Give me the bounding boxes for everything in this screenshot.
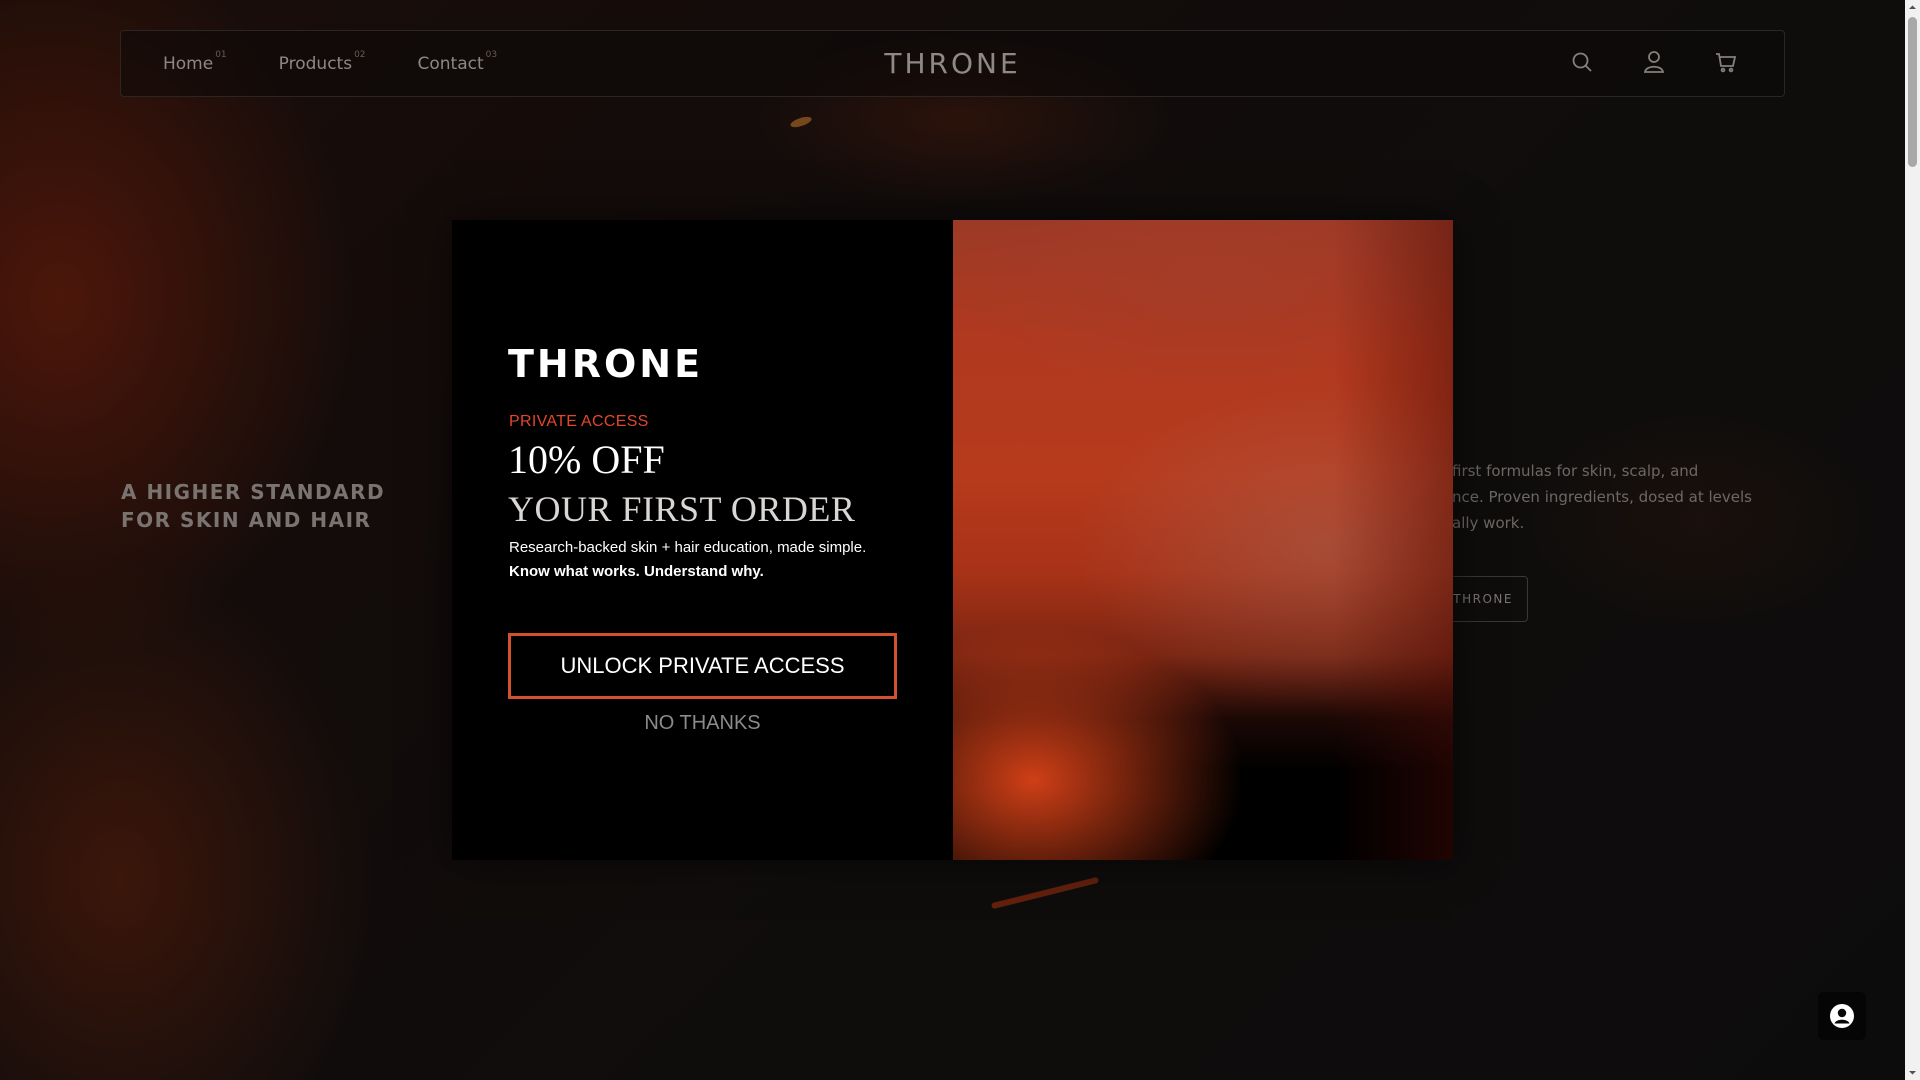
nav-index: 02 — [354, 49, 366, 60]
discount-modal: THRONE PRIVATE ACCESS 10% OFF YOUR FIRST… — [452, 220, 1453, 860]
modal-subheadline: YOUR FIRST ORDER — [508, 489, 856, 529]
hero-description-line: nce. Proven ingredients, dosed at levels — [1452, 488, 1752, 506]
scrollbar-thumb[interactable] — [1908, 17, 1917, 167]
modal-headline: 10% OFF — [508, 437, 665, 482]
nav-index: 03 — [485, 49, 498, 60]
scroll-up-arrow-icon[interactable] — [1905, 0, 1920, 15]
hero-headline: A HIGHER STANDARD FOR SKIN AND HAIR — [121, 478, 421, 534]
modal-logo: THRONE — [508, 342, 704, 386]
background-streak — [990, 876, 1100, 910]
cart-icon[interactable] — [1714, 49, 1738, 75]
nav-label: Products — [278, 53, 353, 74]
site-header: Home 01 Products 02 Contact 03 THRONE — [120, 30, 1785, 97]
nav-item-products[interactable]: Products 02 — [278, 50, 366, 74]
modal-image — [953, 220, 1453, 860]
header-actions — [1570, 49, 1738, 75]
hero-description-line: first formulas for skin, scalp, and — [1452, 462, 1699, 480]
modal-body-text: Research-backed skin + hair education, m… — [509, 539, 867, 556]
image-shade — [1333, 220, 1453, 860]
nav-label: Contact — [417, 53, 484, 74]
hero-cta-button[interactable]: THRONE — [1452, 576, 1528, 622]
hero-description: first formulas for skin, scalp, and nce.… — [1452, 458, 1782, 538]
page-scrollbar[interactable] — [1905, 0, 1920, 1080]
scroll-down-arrow-icon[interactable] — [1905, 1065, 1920, 1080]
hero-description-line: ally work. — [1452, 514, 1525, 532]
hero-headline-line: A HIGHER STANDARD — [121, 480, 386, 504]
nav-item-contact[interactable]: Contact 03 — [417, 50, 498, 74]
nav-label: Home — [163, 53, 214, 74]
modal-body-bold: Know what works. Understand why. — [509, 563, 764, 580]
main-nav: Home 01 Products 02 Contact 03 — [163, 31, 497, 96]
hero-cta-wrapper: THRONE — [1452, 576, 1528, 622]
hero-headline-line: FOR SKIN AND HAIR — [121, 508, 372, 532]
nav-index: 01 — [215, 49, 227, 60]
unlock-private-access-button[interactable]: UNLOCK PRIVATE ACCESS — [508, 633, 897, 699]
user-circle-icon — [1830, 1004, 1854, 1028]
no-thanks-button[interactable]: NO THANKS — [508, 712, 897, 735]
nav-item-home[interactable]: Home 01 — [163, 50, 227, 74]
account-icon[interactable] — [1642, 49, 1666, 75]
background-highlight — [789, 114, 813, 130]
chat-launcher-button[interactable] — [1818, 992, 1866, 1040]
modal-kicker: PRIVATE ACCESS — [509, 413, 649, 430]
search-icon[interactable] — [1570, 49, 1594, 75]
modal-content-panel: THRONE PRIVATE ACCESS 10% OFF YOUR FIRST… — [452, 220, 953, 860]
